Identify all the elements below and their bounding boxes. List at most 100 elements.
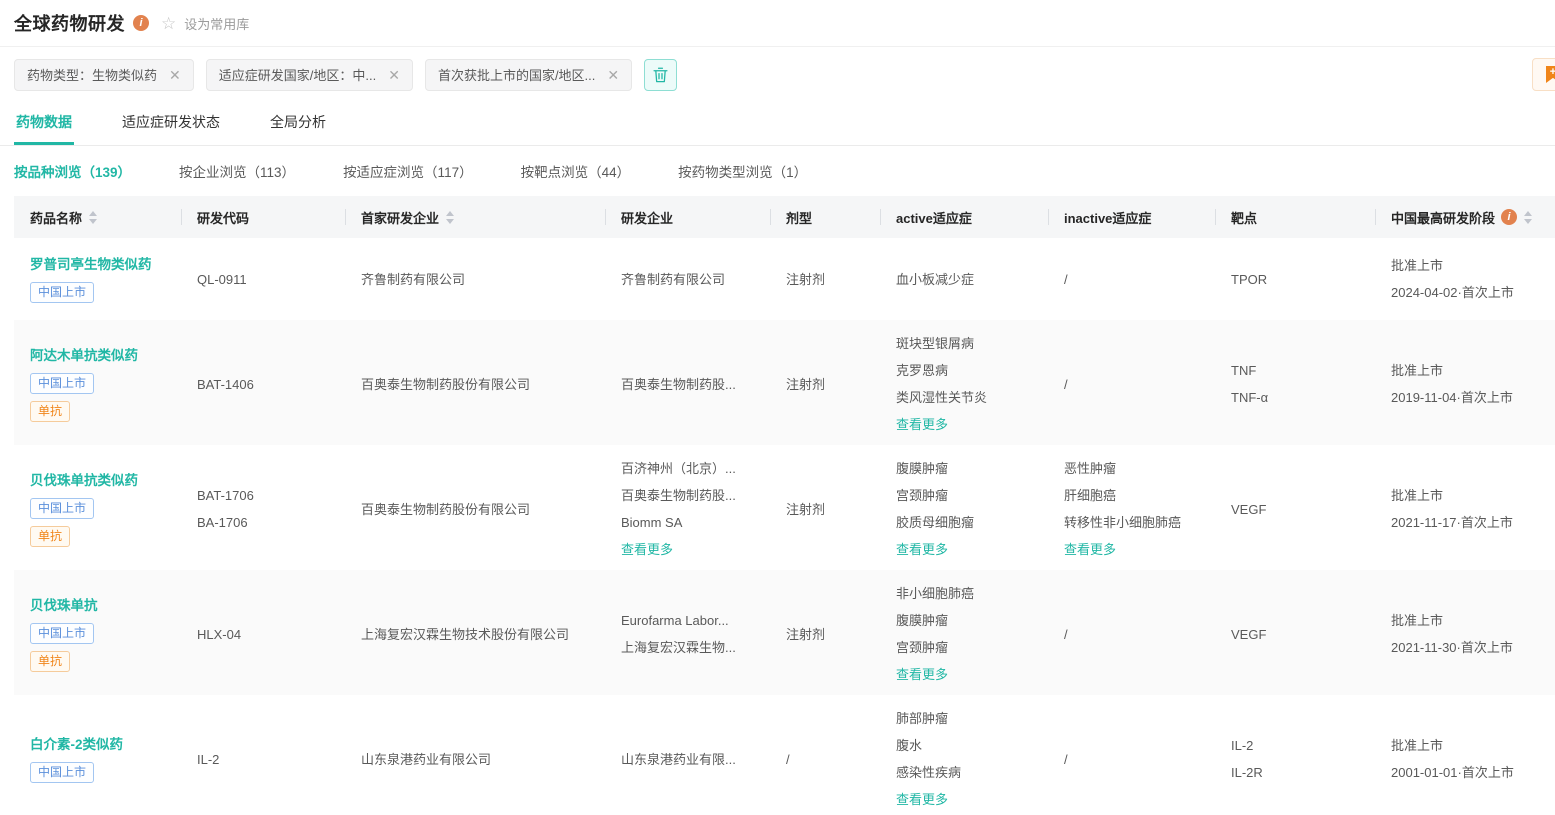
targets-cell: VEGF — [1215, 445, 1375, 573]
chip-remove-icon[interactable]: ✕ — [169, 68, 181, 82]
sort-up-icon — [89, 211, 97, 216]
drug-name-cell: 贝伐珠单抗类似药中国上市单抗 — [14, 445, 181, 573]
active-indications-cell-value: 血小板减少症 — [896, 266, 974, 293]
column-header-label: inactive适应症 — [1064, 208, 1151, 227]
view-more-link[interactable]: 查看更多 — [1064, 536, 1116, 563]
stage-value: 批准上市 — [1391, 732, 1443, 759]
companies-cell-value: 上海复宏汉霖生物... — [621, 634, 736, 661]
view-subtab[interactable]: 按品种浏览（139） — [14, 161, 131, 181]
targets-cell-value: VEGF — [1231, 621, 1266, 648]
column-header-label: 研发代码 — [197, 208, 249, 227]
table-row: 贝伐珠单抗类似药中国上市单抗BAT-1706BA-1706百奥泰生物制药股份有限… — [14, 445, 1555, 570]
filter-chip: 药物类型：生物类似药✕ — [14, 59, 194, 91]
drug-name-link[interactable]: 罗普司亭生物类似药 — [30, 255, 152, 275]
drug-name-link[interactable]: 阿达木单抗类似药 — [30, 346, 138, 366]
view-more-link[interactable]: 查看更多 — [621, 536, 673, 563]
rd-code-cell: BAT-1406 — [181, 320, 345, 448]
column-header: 研发企业 — [605, 196, 770, 238]
trash-icon — [653, 67, 668, 83]
star-icon[interactable]: ☆ — [161, 15, 176, 32]
column-header: 药品名称 — [14, 196, 181, 238]
companies-cell: 百奥泰生物制药股... — [605, 320, 770, 448]
companies-cell: 齐鲁制药有限公司 — [605, 238, 770, 320]
inactive-indications-cell-value: / — [1064, 266, 1068, 293]
rd-code-cell: HLX-04 — [181, 570, 345, 698]
main-tab[interactable]: 全局分析 — [268, 112, 328, 145]
inactive-indications-cell-value: 转移性非小细胞肺癌 — [1064, 509, 1181, 536]
global-drug-rd-page: 全球药物研发 i ☆ 设为常用库 药物类型：生物类似药✕ 适应症研发国家/地区：中… — [0, 0, 1555, 815]
stage-date: 2021-11-30·首次上市 — [1391, 634, 1513, 661]
active-indications-cell: 血小板减少症 — [880, 238, 1048, 320]
main-tab[interactable]: 药物数据 — [14, 112, 74, 145]
targets-cell-value: VEGF — [1231, 496, 1266, 523]
clear-filters-button[interactable] — [644, 59, 677, 91]
main-tab[interactable]: 适应症研发状态 — [120, 112, 222, 145]
active-indications-cell-value: 宫颈肿瘤 — [896, 482, 948, 509]
drug-name-link[interactable]: 白介素-2类似药 — [30, 735, 123, 755]
set-favorite-label[interactable]: 设为常用库 — [184, 14, 249, 33]
drug-tag: 中国上市 — [30, 373, 94, 394]
drugs-table: 药品名称研发代码 首家研发企业 研发企业剂型 active适应症 inactive适应症… — [14, 196, 1555, 815]
drug-tag: 中国上市 — [30, 282, 94, 303]
active-indications-cell-value: 腹水 — [896, 732, 922, 759]
sort-icon[interactable] — [446, 211, 454, 224]
main-tabs: 药物数据 适应症研发状态 全局分析 — [0, 102, 1555, 146]
targets-cell-value: TNF-α — [1231, 384, 1268, 411]
table-row: 阿达木单抗类似药中国上市单抗BAT-1406百奥泰生物制药股份有限公司百奥泰生物… — [14, 320, 1555, 445]
first-company-cell: 上海复宏汉霖生物技术股份有限公司 — [345, 570, 605, 698]
first-company-cell-value: 山东泉港药业有限公司 — [361, 746, 491, 773]
title-info-icon[interactable]: i — [133, 15, 149, 31]
dosage-form-cell: / — [770, 695, 880, 815]
targets-cell-value: TNF — [1231, 357, 1256, 384]
inactive-indications-cell-value: 肝细胞癌 — [1064, 482, 1116, 509]
view-more-link[interactable]: 查看更多 — [896, 786, 948, 813]
first-company-cell-value: 百奥泰生物制药股份有限公司 — [361, 496, 530, 523]
chip-remove-icon[interactable]: ✕ — [607, 68, 619, 82]
view-subtab[interactable]: 按药物类型浏览（1） — [678, 161, 807, 181]
companies-cell: 山东泉港药业有限... — [605, 695, 770, 815]
inactive-indications-cell-value: / — [1064, 746, 1068, 773]
filter-chip-label: 适应症研发国家/地区：中... — [219, 65, 376, 84]
drug-name-cell: 罗普司亭生物类似药中国上市 — [14, 238, 181, 320]
drug-name-link[interactable]: 贝伐珠单抗类似药 — [30, 471, 138, 491]
chip-remove-icon[interactable]: ✕ — [388, 68, 400, 82]
column-header-label: 剂型 — [786, 208, 812, 227]
column-header-label: 首家研发企业 — [361, 208, 439, 227]
view-subtab[interactable]: 按适应症浏览（117） — [343, 161, 473, 181]
view-more-link[interactable]: 查看更多 — [896, 411, 948, 438]
dosage-form-cell-value: 注射剂 — [786, 621, 825, 648]
column-header-label: active适应症 — [896, 208, 972, 227]
sort-icon[interactable] — [89, 211, 97, 224]
stage-cell: 批准上市2021-11-30·首次上市 — [1375, 570, 1555, 698]
active-indications-cell-value: 腹膜肿瘤 — [896, 455, 948, 482]
drug-tag: 单抗 — [30, 651, 70, 672]
active-indications-cell: 腹膜肿瘤宫颈肿瘤胶质母细胞瘤查看更多 — [880, 445, 1048, 573]
stage-value: 批准上市 — [1391, 357, 1443, 384]
active-indications-cell: 非小细胞肺癌腹膜肿瘤宫颈肿瘤查看更多 — [880, 570, 1048, 698]
sort-icon[interactable] — [1524, 211, 1532, 224]
dosage-form-cell-value: 注射剂 — [786, 496, 825, 523]
active-indications-cell-value: 感染性疾病 — [896, 759, 961, 786]
rd-code-cell-value: BA-1706 — [197, 509, 248, 536]
subscribe-button[interactable]: + 订阅 — [1532, 58, 1555, 91]
view-subtab[interactable]: 按企业浏览（113） — [179, 161, 295, 181]
targets-cell: TNFTNF-α — [1215, 320, 1375, 448]
column-header-label: 靶点 — [1231, 208, 1257, 227]
column-header: 靶点 — [1215, 196, 1375, 238]
rd-code-cell-value: QL-0911 — [197, 266, 247, 293]
inactive-indications-cell: / — [1048, 320, 1215, 448]
drug-name-link[interactable]: 贝伐珠单抗 — [30, 596, 98, 616]
view-more-link[interactable]: 查看更多 — [896, 536, 948, 563]
column-info-icon[interactable]: i — [1501, 209, 1517, 225]
column-header: 首家研发企业 — [345, 196, 605, 238]
view-more-link[interactable]: 查看更多 — [896, 661, 948, 688]
inactive-indications-cell: / — [1048, 695, 1215, 815]
active-indications-cell-value: 胶质母细胞瘤 — [896, 509, 974, 536]
page-title: 全球药物研发 — [14, 10, 125, 36]
dosage-form-cell-value: / — [786, 746, 790, 773]
stage-date: 2019-11-04·首次上市 — [1391, 384, 1513, 411]
filter-chip: 适应症研发国家/地区：中... ✕ — [206, 59, 413, 91]
first-company-cell-value: 百奥泰生物制药股份有限公司 — [361, 371, 530, 398]
view-subtab[interactable]: 按靶点浏览（44） — [521, 161, 631, 181]
filter-chip-label: 首次获批上市的国家/地区... — [438, 65, 595, 84]
